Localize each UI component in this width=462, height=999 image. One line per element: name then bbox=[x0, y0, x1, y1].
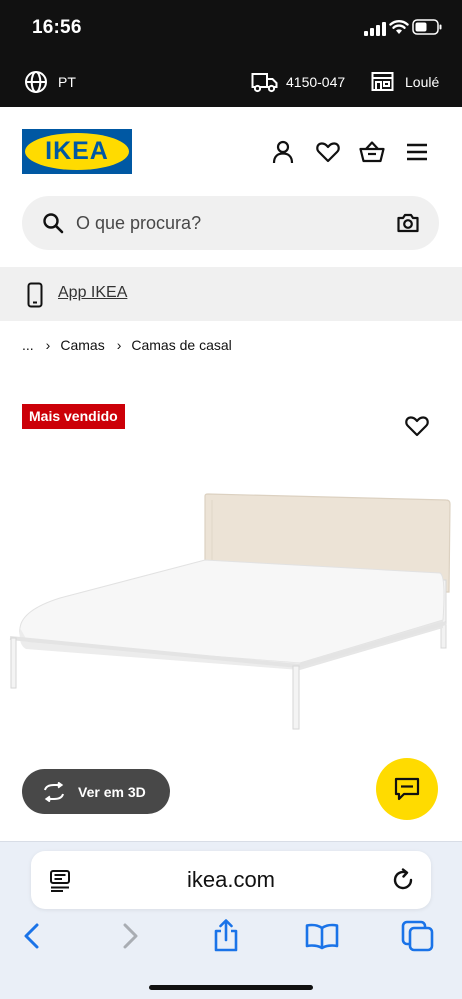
product-image-bed bbox=[9, 493, 451, 730]
status-bar: 16:56 bbox=[0, 0, 462, 56]
address-bar[interactable]: ikea.com bbox=[31, 851, 431, 909]
wifi-icon bbox=[389, 20, 409, 34]
chevron-right-icon: › bbox=[116, 337, 122, 353]
search-icon bbox=[43, 213, 64, 234]
chat-icon bbox=[394, 777, 420, 801]
view-in-3d-button[interactable]: Ver em 3D bbox=[22, 769, 170, 814]
app-ikea-link[interactable]: App IKEA bbox=[58, 267, 127, 319]
language-label: PT bbox=[58, 73, 76, 90]
home-indicator bbox=[149, 985, 313, 990]
browser-toolbar: ikea.com bbox=[0, 841, 462, 999]
chat-button[interactable] bbox=[376, 758, 438, 820]
reload-icon[interactable] bbox=[391, 868, 415, 892]
battery-icon bbox=[412, 19, 442, 35]
chevron-right-icon: › bbox=[45, 337, 51, 353]
store-label: Loulé bbox=[405, 73, 440, 90]
logo-text: IKEA bbox=[45, 137, 109, 165]
search-placeholder: O que procura? bbox=[76, 213, 202, 233]
bookmarks-button[interactable] bbox=[304, 918, 340, 954]
breadcrumb-item-camas-de-casal[interactable]: Camas de casal bbox=[131, 337, 231, 353]
locale-bar: PT 4150-047 Loulé bbox=[0, 56, 462, 107]
bestseller-badge: Mais vendido bbox=[22, 404, 125, 429]
cellular-signal-icon bbox=[364, 22, 386, 36]
truck-icon bbox=[251, 72, 278, 92]
favorite-heart-icon[interactable] bbox=[404, 414, 430, 438]
url-text: ikea.com bbox=[186, 867, 276, 892]
rotate-3d-icon bbox=[44, 781, 64, 802]
heart-icon[interactable] bbox=[315, 139, 341, 165]
bookmarks-icon bbox=[305, 923, 339, 950]
store-selector[interactable]: Loulé bbox=[371, 56, 439, 107]
app-promo-bar: App IKEA bbox=[0, 267, 462, 321]
menu-icon[interactable] bbox=[404, 139, 430, 165]
share-icon bbox=[214, 919, 238, 952]
basket-icon[interactable] bbox=[359, 139, 385, 165]
user-icon[interactable] bbox=[270, 139, 296, 165]
ikea-logo[interactable]: IKEA bbox=[22, 129, 132, 174]
view-in-3d-label: Ver em 3D bbox=[78, 783, 146, 800]
tabs-icon bbox=[401, 920, 434, 952]
tabs-button[interactable] bbox=[400, 918, 436, 954]
camera-icon[interactable] bbox=[396, 211, 420, 235]
site-header: IKEA bbox=[0, 107, 462, 197]
back-icon bbox=[24, 923, 39, 949]
globe-icon bbox=[25, 70, 47, 93]
back-button[interactable] bbox=[14, 918, 50, 954]
breadcrumb-ellipsis[interactable]: ... bbox=[22, 337, 34, 353]
language-selector[interactable]: PT bbox=[24, 56, 76, 107]
search-bar[interactable]: O que procura? bbox=[22, 196, 439, 250]
delivery-postcode[interactable]: 4150-047 bbox=[251, 56, 345, 107]
phone-icon bbox=[27, 282, 43, 308]
postcode-label: 4150-047 bbox=[286, 73, 346, 90]
breadcrumb-item-camas[interactable]: Camas bbox=[60, 337, 104, 353]
breadcrumb: ... › Camas › Camas de casal bbox=[22, 335, 232, 355]
status-time: 16:56 bbox=[32, 17, 82, 38]
store-icon bbox=[371, 72, 394, 91]
logo-oval: IKEA bbox=[25, 133, 129, 170]
forward-icon bbox=[123, 923, 138, 949]
forward-button[interactable] bbox=[112, 918, 148, 954]
share-button[interactable] bbox=[208, 918, 244, 954]
